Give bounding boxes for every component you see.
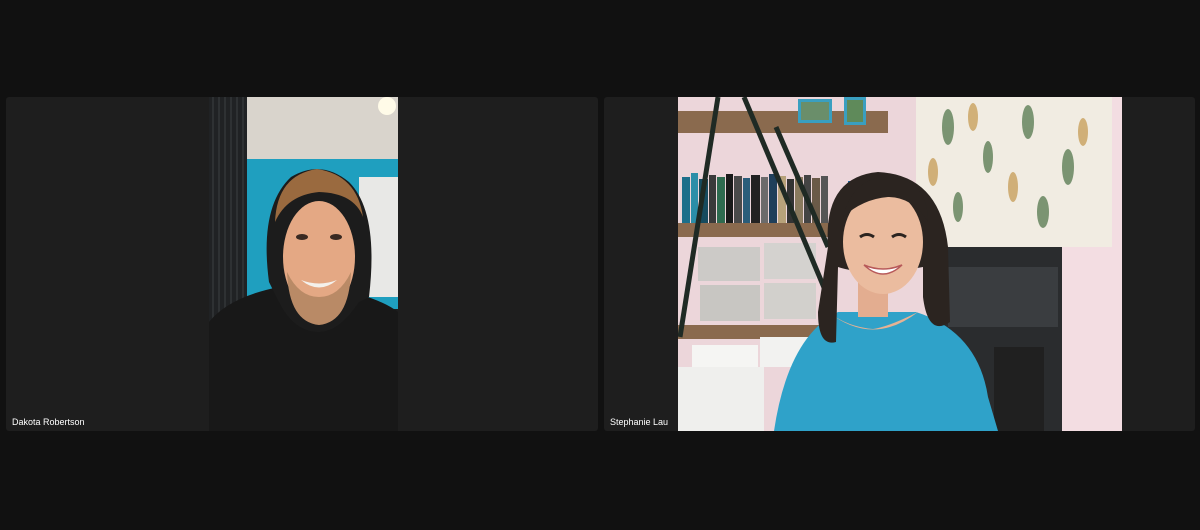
participant-video (678, 97, 1122, 431)
gallery-view: Dakota Robertson Stephanie Lau (0, 0, 1200, 530)
webcam-feed (678, 97, 1122, 431)
participant-name-label: Stephanie Lau (610, 417, 669, 427)
participant-video (209, 97, 398, 431)
webcam-feed (209, 97, 398, 431)
participant-tile-dakota-robertson[interactable]: Dakota Robertson (6, 97, 598, 431)
participant-name-label: Dakota Robertson (12, 417, 85, 427)
participant-tile-stephanie-lau[interactable]: Stephanie Lau (604, 97, 1195, 431)
